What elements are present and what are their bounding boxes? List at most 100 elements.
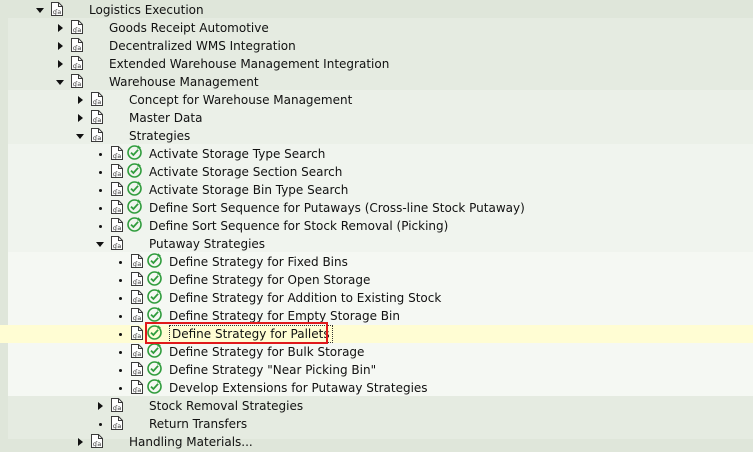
svg-text:ɠa: ɠa — [73, 80, 82, 88]
execute-activity-icon[interactable] — [146, 288, 163, 308]
execute-activity-icon[interactable] — [146, 306, 163, 326]
execute-activity-icon[interactable] — [126, 180, 143, 200]
documentation-icon[interactable]: ɠa — [70, 19, 84, 38]
tree-node-label: Warehouse Management — [109, 75, 259, 89]
tree-node[interactable]: ɠa Activate Storage Section Search — [0, 163, 753, 181]
documentation-icon[interactable]: ɠa — [110, 163, 124, 182]
leaf-bullet-icon — [95, 415, 105, 433]
tree-node[interactable]: ɠa Define Sort Sequence for Putaways (Cro… — [0, 199, 753, 217]
tree-node[interactable]: ɠa Develop Extensions for Putaway Strateg… — [0, 379, 753, 397]
documentation-icon[interactable]: ɠa — [110, 217, 124, 236]
expand-arrow-right-icon[interactable] — [55, 37, 65, 55]
tree-node[interactable]: ɠa Putaway Strategies — [0, 235, 753, 253]
tree-node[interactable]: ɠa Define Strategy for Empty Storage Bin — [0, 307, 753, 325]
expand-arrow-down-icon[interactable] — [95, 235, 105, 253]
documentation-icon[interactable]: ɠa — [110, 415, 124, 434]
tree-node[interactable]: ɠa Define Strategy for Open Storage — [0, 271, 753, 289]
tree-node-label: Define Strategy for Bulk Storage — [169, 345, 365, 359]
svg-text:ɠa: ɠa — [113, 224, 122, 232]
documentation-icon[interactable]: ɠa — [110, 397, 124, 416]
documentation-icon[interactable]: ɠa — [110, 199, 124, 218]
tree-node[interactable]: ɠa Warehouse Management — [0, 73, 753, 91]
execute-activity-icon[interactable] — [146, 324, 163, 344]
tree-node-label: Extended Warehouse Management Integratio… — [109, 57, 390, 71]
expand-arrow-right-icon[interactable] — [55, 55, 65, 73]
execute-activity-icon[interactable] — [146, 270, 163, 290]
tree-node[interactable]: ɠa Define Strategy for Bulk Storage — [0, 343, 753, 361]
documentation-icon[interactable]: ɠa — [70, 73, 84, 92]
documentation-icon[interactable]: ɠa — [130, 325, 144, 344]
tree-node-label: Define Strategy for Empty Storage Bin — [169, 309, 400, 323]
expand-arrow-down-icon[interactable] — [55, 73, 65, 91]
tree-node[interactable]: ɠa Concept for Warehouse Management — [0, 91, 753, 109]
tree-node-label: Strategies — [129, 129, 191, 143]
documentation-icon[interactable]: ɠa — [90, 91, 104, 110]
documentation-icon[interactable]: ɠa — [90, 433, 104, 452]
leaf-bullet-icon — [95, 163, 105, 181]
execute-activity-icon[interactable] — [146, 342, 163, 362]
documentation-icon[interactable]: ɠa — [90, 127, 104, 146]
tree-node[interactable]: ɠa Define Strategy for Fixed Bins — [0, 253, 753, 271]
tree-node[interactable]: ɠa Goods Receipt Automotive — [0, 19, 753, 37]
svg-text:ɠa: ɠa — [113, 152, 122, 160]
documentation-icon[interactable]: ɠa — [130, 361, 144, 380]
tree-node[interactable]: ɠa Decentralized WMS Integration — [0, 37, 753, 55]
leaf-bullet-icon — [95, 217, 105, 235]
tree-node[interactable]: ɠa Define Strategy for Pallets — [0, 325, 753, 343]
tree-node-label: Concept for Warehouse Management — [129, 93, 353, 107]
svg-text:ɠa: ɠa — [73, 26, 82, 34]
tree-node-label: Goods Receipt Automotive — [109, 21, 269, 35]
execute-activity-icon[interactable] — [126, 216, 143, 236]
documentation-icon[interactable]: ɠa — [130, 343, 144, 362]
tree-node[interactable]: ɠa Activate Storage Bin Type Search — [0, 181, 753, 199]
svg-text:ɠa: ɠa — [73, 44, 82, 52]
tree-node[interactable]: ɠa Activate Storage Type Search — [0, 145, 753, 163]
documentation-icon[interactable]: ɠa — [110, 145, 124, 164]
execute-activity-icon[interactable] — [146, 378, 163, 398]
expand-arrow-right-icon[interactable] — [75, 91, 85, 109]
svg-text:ɠa: ɠa — [93, 440, 102, 448]
documentation-icon[interactable]: ɠa — [130, 307, 144, 326]
documentation-icon[interactable]: ɠa — [110, 235, 124, 254]
documentation-icon[interactable]: ɠa — [70, 37, 84, 56]
tree-node[interactable]: ɠa Strategies — [0, 127, 753, 145]
tree-node[interactable]: ɠa Handling Materials... — [0, 433, 753, 451]
expand-arrow-right-icon[interactable] — [55, 19, 65, 37]
svg-text:ɠa: ɠa — [113, 206, 122, 214]
tree-node-label: Handling Materials... — [129, 435, 253, 449]
svg-text:ɠa: ɠa — [93, 116, 102, 124]
tree-node[interactable]: ɠa Define Strategy for Addition to Existi… — [0, 289, 753, 307]
tree-node[interactable]: ɠa Extended Warehouse Management Integrat… — [0, 55, 753, 73]
tree-node[interactable]: ɠa Stock Removal Strategies — [0, 397, 753, 415]
tree-node[interactable]: ɠa Logistics Execution — [0, 1, 753, 19]
execute-activity-icon[interactable] — [126, 144, 143, 164]
leaf-bullet-icon — [115, 271, 125, 289]
svg-text:ɠa: ɠa — [133, 368, 142, 376]
documentation-icon[interactable]: ɠa — [90, 109, 104, 128]
expand-arrow-right-icon[interactable] — [75, 109, 85, 127]
documentation-icon[interactable]: ɠa — [130, 271, 144, 290]
documentation-icon[interactable]: ɠa — [130, 379, 144, 398]
documentation-icon[interactable]: ɠa — [130, 253, 144, 272]
expand-arrow-down-icon[interactable] — [35, 1, 45, 19]
tree-node-label: Activate Storage Bin Type Search — [149, 183, 349, 197]
tree-node[interactable]: ɠa Define Sort Sequence for Stock Removal… — [0, 217, 753, 235]
tree-node[interactable]: ɠa Define Strategy "Near Picking Bin" — [0, 361, 753, 379]
execute-activity-icon[interactable] — [146, 360, 163, 380]
tree-node-label: Return Transfers — [149, 417, 248, 431]
svg-text:ɠa: ɠa — [113, 242, 122, 250]
svg-text:ɠa: ɠa — [133, 350, 142, 358]
expand-arrow-down-icon[interactable] — [75, 127, 85, 145]
documentation-icon[interactable]: ɠa — [70, 55, 84, 74]
expand-arrow-right-icon[interactable] — [95, 397, 105, 415]
documentation-icon[interactable]: ɠa — [50, 1, 64, 20]
execute-activity-icon[interactable] — [126, 162, 143, 182]
execute-activity-icon[interactable] — [126, 198, 143, 218]
expand-arrow-right-icon[interactable] — [75, 433, 85, 451]
documentation-icon[interactable]: ɠa — [110, 181, 124, 200]
documentation-icon[interactable]: ɠa — [130, 289, 144, 308]
tree-node[interactable]: ɠa Master Data — [0, 109, 753, 127]
leaf-bullet-icon — [115, 361, 125, 379]
tree-node[interactable]: ɠa Return Transfers — [0, 415, 753, 433]
execute-activity-icon[interactable] — [146, 252, 163, 272]
